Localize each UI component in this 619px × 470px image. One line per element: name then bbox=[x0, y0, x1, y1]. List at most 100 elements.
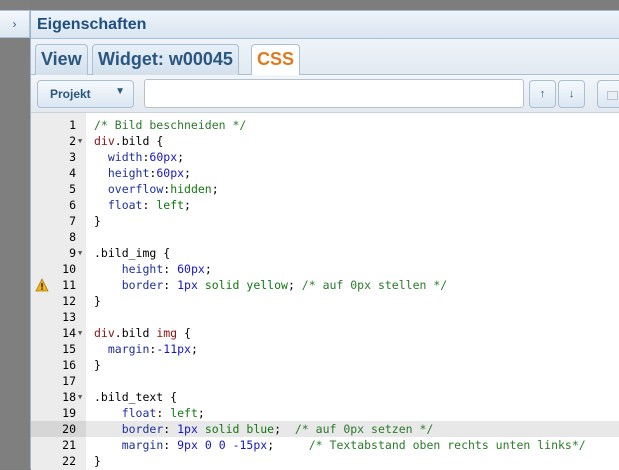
fold-arrow-icon[interactable]: ▼ bbox=[78, 325, 82, 341]
code-line[interactable]: 5 overflow:hidden; bbox=[31, 181, 619, 197]
code-token-val: hidden bbox=[170, 182, 212, 196]
code-line[interactable]: 11 border: 1px solid yellow; /* auf 0px … bbox=[31, 277, 619, 293]
search-input[interactable] bbox=[144, 79, 524, 108]
code-token-prop: overflow bbox=[107, 182, 164, 196]
code-text: } bbox=[94, 213, 101, 229]
line-number: 16 bbox=[62, 358, 76, 372]
code-token-tag: div bbox=[94, 326, 115, 340]
code-line[interactable]: 3 width:60px; bbox=[31, 149, 619, 165]
css-code-editor[interactable]: 1/* Bild beschneiden */2 ▼ div.bild {3 wid… bbox=[31, 113, 619, 470]
code-line[interactable]: 19 float: left; bbox=[31, 405, 619, 421]
code-line[interactable]: 6 float: left; bbox=[31, 197, 619, 213]
chevron-down-icon: ▼ bbox=[115, 86, 125, 97]
code-line[interactable]: 18 ▼ .bild_text { bbox=[31, 389, 619, 405]
code-line[interactable]: 9 ▼ .bild_img { bbox=[31, 245, 619, 261]
code-token-plain: ; bbox=[190, 342, 198, 356]
arrow-down-icon: ↓ bbox=[568, 88, 575, 100]
code-line[interactable]: 21 margin: 9px 0 0 -15px; /* Textabstand… bbox=[31, 437, 619, 453]
tab-view[interactable]: View bbox=[35, 44, 88, 75]
code-line[interactable]: 7} bbox=[31, 213, 619, 229]
code-token-plain: ; bbox=[287, 278, 302, 292]
line-number: 8 bbox=[69, 230, 76, 244]
toolbar-extra-button[interactable] bbox=[597, 80, 619, 108]
fold-arrow-icon[interactable]: ▼ bbox=[78, 133, 82, 149]
line-number: 12 bbox=[62, 294, 76, 308]
window-icon bbox=[607, 91, 618, 100]
code-token-val: solid bbox=[204, 422, 240, 436]
code-token-num: 1px bbox=[177, 422, 198, 436]
move-down-button[interactable]: ↓ bbox=[558, 80, 585, 108]
code-token-prop: margin bbox=[107, 342, 150, 356]
code-token-plain: .bild { bbox=[114, 134, 164, 148]
code-line[interactable]: 16} bbox=[31, 357, 619, 373]
code-line[interactable]: 15 margin:-11px; bbox=[31, 341, 619, 357]
code-token-num: 0 bbox=[218, 438, 226, 452]
code-text: border: 1px solid yellow; /* auf 0px ste… bbox=[94, 277, 448, 293]
code-line[interactable]: 17 bbox=[31, 373, 619, 389]
code-text: float: left; bbox=[94, 197, 191, 213]
tab-widget[interactable]: Widget: w00045 bbox=[92, 44, 239, 75]
line-number: 3 bbox=[69, 150, 76, 164]
code-text: div.bild { bbox=[94, 133, 163, 149]
code-text: float: left; bbox=[94, 405, 205, 421]
code-text: /* Bild beschneiden */ bbox=[94, 117, 246, 133]
fold-arrow-icon[interactable]: ▼ bbox=[78, 245, 82, 261]
editor-toolbar: Projekt ▼ ↑ ↓ bbox=[31, 75, 619, 113]
code-token-plain: ; bbox=[184, 198, 191, 212]
code-token-plain: ; bbox=[274, 422, 295, 436]
code-token-plain: ; bbox=[177, 150, 185, 164]
code-line[interactable]: 22} bbox=[31, 453, 619, 469]
scope-dropdown[interactable]: Projekt ▼ bbox=[37, 80, 134, 108]
code-token-prop: height bbox=[121, 262, 164, 276]
code-token-comment: /* auf 0px setzen */ bbox=[294, 422, 434, 436]
code-token-prop: height bbox=[107, 166, 150, 180]
code-token-plain: } bbox=[94, 358, 101, 372]
code-text: } bbox=[94, 357, 101, 373]
code-line[interactable]: 20 border: 1px solid blue; /* auf 0px se… bbox=[31, 421, 619, 437]
code-token-comment: /* Textabstand oben rechts unten links*/ bbox=[308, 438, 586, 452]
move-up-button[interactable]: ↑ bbox=[529, 80, 556, 108]
fold-arrow-icon[interactable]: ▼ bbox=[78, 389, 82, 405]
line-number: 21 bbox=[62, 438, 76, 452]
code-text: margin: 9px 0 0 -15px; /* Textabstand ob… bbox=[94, 437, 586, 453]
code-line[interactable]: 14 ▼ div.bild img { bbox=[31, 325, 619, 341]
code-token-plain: : bbox=[163, 262, 178, 276]
code-token-prop: border bbox=[121, 278, 164, 292]
code-text: overflow:hidden; bbox=[94, 181, 219, 197]
tab-css[interactable]: CSS bbox=[251, 44, 301, 76]
code-token-prop: width bbox=[107, 150, 143, 164]
code-text: border: 1px solid blue; /* auf 0px setze… bbox=[94, 421, 434, 437]
code-token-num: -15px bbox=[232, 438, 268, 452]
code-token-val: solid bbox=[204, 278, 240, 292]
code-text: height: 60px; bbox=[94, 261, 212, 277]
code-line[interactable]: 8 bbox=[31, 229, 619, 245]
code-line[interactable]: 1 /* Bild beschneiden */ bbox=[31, 117, 619, 133]
code-token-prop: float bbox=[121, 406, 157, 420]
code-text: width:60px; bbox=[94, 149, 184, 165]
line-number: 17 bbox=[62, 374, 76, 388]
code-line[interactable]: 13 bbox=[31, 309, 619, 325]
code-token-plain: ; bbox=[204, 262, 212, 276]
code-token-prop: border bbox=[121, 422, 164, 436]
code-line[interactable]: 10 height: 60px; bbox=[31, 261, 619, 277]
code-token-plain: } bbox=[94, 294, 101, 308]
line-number: 1 bbox=[69, 118, 76, 132]
expand-sidebar-button[interactable]: › bbox=[0, 10, 30, 38]
code-line[interactable]: 2 ▼ div.bild { bbox=[31, 133, 619, 149]
code-token-val: yellow bbox=[246, 278, 288, 292]
code-line[interactable]: 12} bbox=[31, 293, 619, 309]
code-line[interactable]: 4 height:60px; bbox=[31, 165, 619, 181]
code-token-plain: : bbox=[163, 278, 178, 292]
code-token-plain: ; bbox=[184, 166, 191, 180]
code-token-prop: float bbox=[107, 198, 143, 212]
code-token-prop: margin bbox=[121, 438, 164, 452]
arrow-up-icon: ↑ bbox=[539, 88, 546, 100]
code-token-plain: .bild_text { bbox=[94, 390, 178, 404]
